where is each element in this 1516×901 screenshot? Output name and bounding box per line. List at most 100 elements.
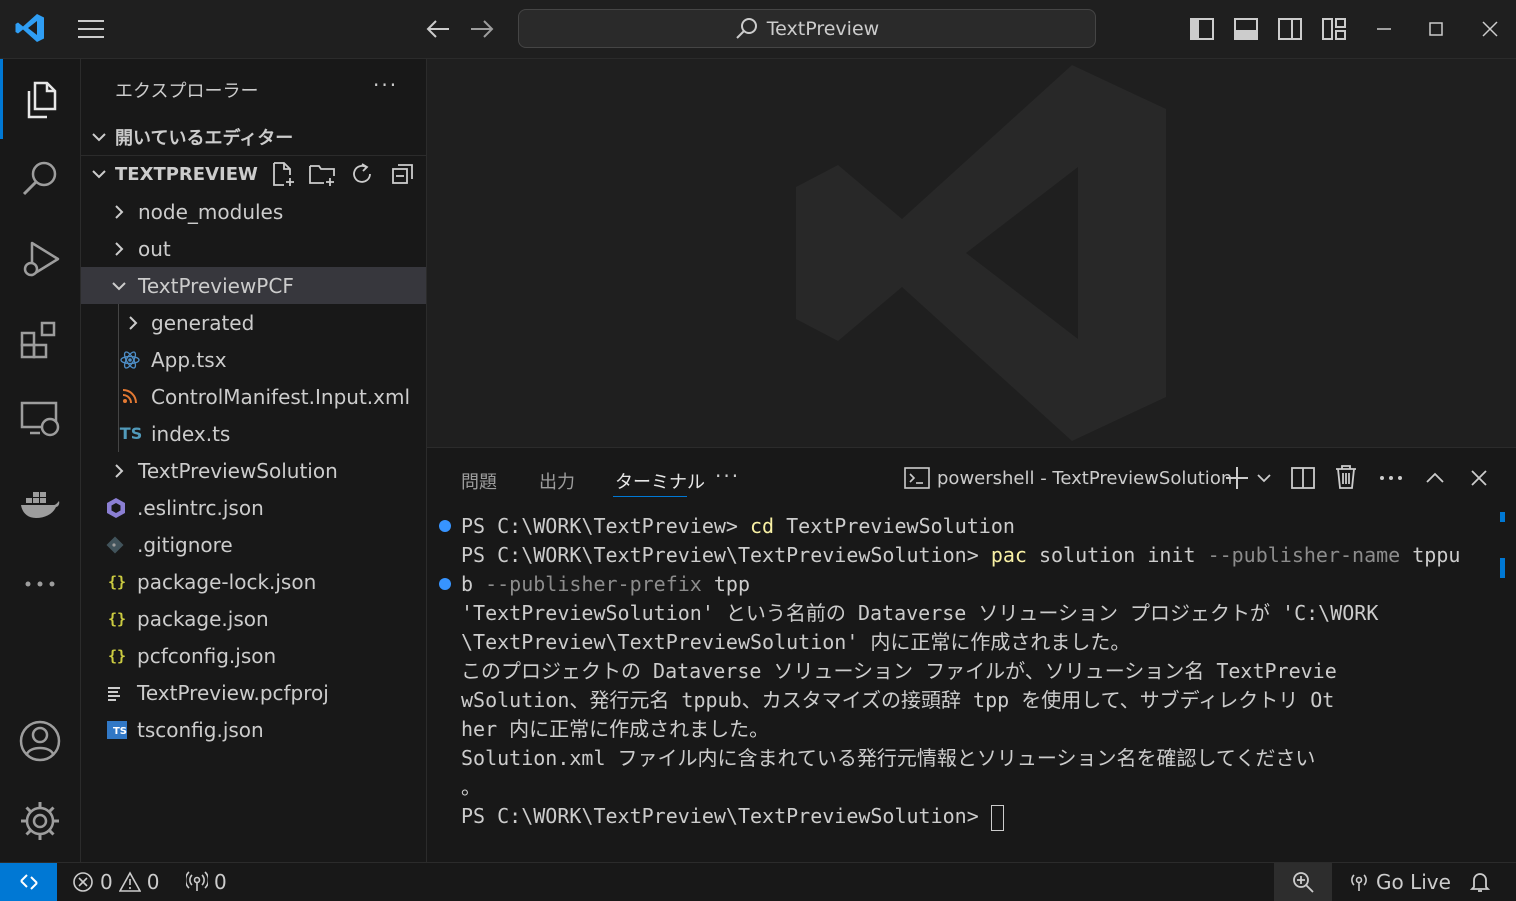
toggle-secondary-sidebar-icon[interactable] — [1276, 15, 1304, 43]
remote-indicator[interactable] — [0, 863, 57, 901]
tree-item-index-ts[interactable]: TS index.ts — [81, 415, 426, 452]
terminal-line: Solution.xml ファイル内に含まれている発行元情報とソリューション名を… — [461, 746, 1316, 770]
tree-item-eslintrc[interactable]: .eslintrc.json — [81, 489, 426, 526]
tree-item-app-tsx[interactable]: App.tsx — [81, 341, 426, 378]
tree-item-out[interactable]: out — [81, 230, 426, 267]
tab-problems[interactable]: 問題 — [461, 468, 497, 494]
tree-item-label: pcfconfig.json — [137, 643, 277, 668]
tree-item-gitignore[interactable]: .gitignore — [81, 526, 426, 563]
tree-item-label: package.json — [137, 606, 269, 631]
command-center-search[interactable]: TextPreview — [518, 9, 1096, 48]
error-icon — [72, 871, 94, 893]
new-terminal-icon[interactable] — [1223, 464, 1251, 492]
terminal-line: \TextPreview\TextPreviewSolution' 内に正常に作… — [461, 630, 1131, 654]
customize-layout-icon[interactable] — [1320, 15, 1348, 43]
tree-item-pcfconfig[interactable]: {} pcfconfig.json — [81, 637, 426, 674]
accounts-icon[interactable] — [0, 701, 80, 781]
collapse-all-icon[interactable] — [389, 160, 417, 188]
tree-item-package-lock[interactable]: {} package-lock.json — [81, 563, 426, 600]
zoom-button[interactable] — [1274, 863, 1332, 901]
problems-status[interactable]: 0 0 — [72, 863, 159, 901]
tree-item-label: generated — [151, 310, 255, 335]
minimize-icon[interactable] — [1374, 15, 1394, 43]
settings-gear-icon[interactable] — [0, 781, 80, 861]
more-actions-icon[interactable] — [1377, 466, 1405, 490]
broadcast-icon — [1348, 871, 1370, 893]
explorer-title: エクスプローラー — [115, 81, 259, 102]
terminal-line: PS C:\WORK\TextPreview> cd TextPreviewSo… — [461, 514, 1015, 538]
new-folder-icon[interactable] — [308, 160, 338, 188]
chevron-right-icon — [109, 461, 129, 481]
search-icon[interactable] — [0, 139, 80, 219]
go-live-label: Go Live — [1376, 870, 1451, 894]
menu-icon[interactable] — [76, 16, 106, 42]
notifications-bell-icon[interactable] — [1468, 863, 1492, 901]
close-icon[interactable] — [1478, 15, 1502, 43]
run-debug-icon[interactable] — [0, 219, 80, 299]
terminal-name[interactable]: powershell - TextPreviewSolution — [937, 468, 1232, 489]
panel-more-button[interactable]: ··· — [715, 464, 740, 488]
tsconfig-icon: TS — [105, 720, 129, 739]
explorer-more-button[interactable]: ··· — [373, 73, 398, 97]
chevron-down-icon[interactable] — [1255, 468, 1273, 488]
scroll-marker — [1500, 558, 1505, 578]
terminal-line: her 内に正常に作成されました。 — [461, 717, 770, 741]
terminal-cursor — [990, 804, 1004, 831]
remote-icon — [17, 870, 41, 894]
terminal-icon — [903, 465, 931, 491]
tree-item-tsconfig[interactable]: TS tsconfig.json — [81, 711, 426, 748]
chevron-right-icon — [123, 313, 143, 333]
tree-item-label: ControlManifest.Input.xml — [151, 384, 411, 409]
open-editors-section[interactable]: 開いているエディター — [81, 118, 426, 155]
tree-item-label: .eslintrc.json — [137, 495, 264, 520]
vscode-logo-icon — [14, 12, 46, 44]
tree-item-label: App.tsx — [151, 347, 227, 372]
toggle-primary-sidebar-icon[interactable] — [1188, 15, 1216, 43]
tree-item-generated[interactable]: generated — [81, 304, 426, 341]
explorer-icon[interactable] — [0, 59, 80, 139]
tab-terminal[interactable]: ターミナル — [615, 468, 705, 494]
chevron-right-icon — [109, 202, 129, 222]
more-icon[interactable] — [0, 544, 80, 624]
tree-item-label: package-lock.json — [137, 569, 317, 594]
maximize-panel-icon[interactable] — [1423, 466, 1447, 490]
tree-item-pcfproj[interactable]: TextPreview.pcfproj — [81, 674, 426, 711]
ports-count: 0 — [214, 870, 227, 894]
terminal-line: b --publisher-prefix tpp — [461, 572, 751, 596]
forward-arrow-icon[interactable] — [468, 16, 496, 42]
project-label: TEXTPREVIEW — [115, 163, 258, 185]
chevron-right-icon — [109, 239, 129, 259]
ports-status[interactable]: 0 — [186, 863, 227, 901]
react-icon — [119, 349, 143, 371]
tree-item-label: TextPreview.pcfproj — [137, 680, 329, 705]
tree-item-node-modules[interactable]: node_modules — [81, 193, 426, 230]
split-terminal-icon[interactable] — [1289, 464, 1317, 492]
tree-item-textpreviewpcf[interactable]: TextPreviewPCF — [81, 267, 426, 304]
tab-output[interactable]: 出力 — [539, 468, 575, 494]
back-arrow-icon[interactable] — [424, 16, 452, 42]
close-panel-icon[interactable] — [1467, 466, 1491, 490]
toggle-panel-icon[interactable] — [1232, 15, 1260, 43]
terminal-line: 。 — [461, 775, 481, 799]
maximize-icon[interactable] — [1426, 15, 1446, 43]
go-live-button[interactable]: Go Live — [1348, 863, 1451, 901]
trash-icon[interactable] — [1333, 463, 1359, 491]
explorer-sidebar: エクスプローラー ··· 開いているエディター TEXTPREVIEW node… — [81, 59, 427, 862]
tree-item-label: out — [138, 236, 171, 261]
tree-item-label: TextPreviewPCF — [138, 273, 294, 298]
docker-icon[interactable] — [0, 464, 80, 544]
terminal-line: wSolution、発行元名 tppub、カスタマイズの接頭辞 tpp を使用し… — [461, 688, 1335, 712]
new-file-icon[interactable] — [269, 160, 297, 188]
extensions-icon[interactable] — [0, 299, 80, 379]
tree-item-label: node_modules — [138, 199, 284, 224]
json-icon: {} — [107, 646, 127, 665]
status-bar: 0 0 0 Go Live — [0, 862, 1516, 901]
tree-item-textpreviewsolution[interactable]: TextPreviewSolution — [81, 452, 426, 489]
tree-item-label: index.ts — [151, 421, 231, 446]
tree-item-controlmanifest[interactable]: ControlManifest.Input.xml — [81, 378, 426, 415]
remote-explorer-icon[interactable] — [0, 379, 80, 459]
refresh-icon[interactable] — [348, 160, 376, 188]
bottom-panel: 問題 出力 ターミナル ··· powershell - TextPreview… — [427, 447, 1516, 863]
tree-item-package-json[interactable]: {} package.json — [81, 600, 426, 637]
activity-bar — [0, 59, 81, 862]
